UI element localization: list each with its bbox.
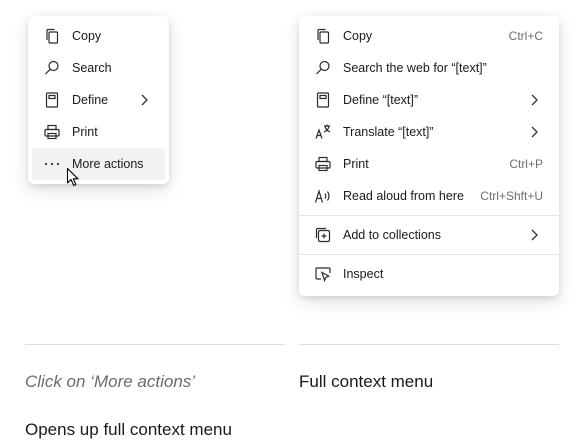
menu-item-label: Read aloud from here [343,189,464,203]
printer-icon [42,122,62,142]
menu-item-label: Inspect [343,267,384,281]
menu-item-label: Add to collections [343,228,441,242]
stage: Copy Search Define Print More actions Co… [0,0,588,442]
menu-item-label: Copy [72,29,102,43]
book-icon [42,90,62,110]
menu-item-print[interactable]: Print Ctrl+P [303,148,555,180]
search-icon [313,58,333,78]
caption-click-more-actions: Click on ‘More actions’ [25,372,196,391]
caption-full-context-menu: Full context menu [299,372,434,391]
collections-icon [313,225,333,245]
menu-item-search-web[interactable]: Search the web for “[text]” [303,52,555,84]
more-dots-icon [42,154,62,174]
menu-separator [299,254,559,255]
caption-opens-full-menu: Opens up full context menu [25,420,232,439]
read-aloud-icon [313,186,333,206]
menu-item-translate[interactable]: Translate “[text]” [303,116,555,148]
menu-item-inspect[interactable]: Inspect [303,258,555,290]
divider-right [299,344,559,345]
menu-item-define[interactable]: Define [32,84,165,116]
translate-icon [313,122,333,142]
menu-item-label: Search [72,61,112,75]
menu-item-more-actions[interactable]: More actions [32,148,165,180]
full-context-menu: Copy Ctrl+C Search the web for “[text]” … [299,16,559,296]
shortcut-text: Ctrl+C [508,29,543,43]
shortcut-text: Ctrl+Shft+U [480,189,543,203]
copy-icon [42,26,62,46]
menu-item-label: Print [72,125,98,139]
menu-separator [299,215,559,216]
chevron-right-icon [527,93,541,107]
menu-item-read-aloud[interactable]: Read aloud from here Ctrl+Shft+U [303,180,555,212]
menu-item-label: Search the web for “[text]” [343,61,487,75]
menu-item-search[interactable]: Search [32,52,165,84]
small-context-menu: Copy Search Define Print More actions [28,16,169,184]
menu-item-label: Define [72,93,109,107]
menu-item-add-to-collections[interactable]: Add to collections [303,219,555,251]
chevron-right-icon [527,228,541,242]
printer-icon [313,154,333,174]
menu-item-label: Print [343,157,369,171]
mouse-cursor-icon [66,167,79,187]
shortcut-text: Ctrl+P [509,157,543,171]
menu-item-label: Define “[text]” [343,93,419,107]
book-icon [313,90,333,110]
inspect-icon [313,264,333,284]
menu-item-label: More actions [72,157,144,171]
copy-icon [313,26,333,46]
menu-item-print[interactable]: Print [32,116,165,148]
chevron-right-icon [527,125,541,139]
menu-item-label: Translate “[text]” [343,125,434,139]
divider-left [25,344,285,345]
menu-item-define[interactable]: Define “[text]” [303,84,555,116]
search-icon [42,58,62,78]
menu-item-copy[interactable]: Copy Ctrl+C [303,20,555,52]
menu-item-label: Copy [343,29,373,43]
menu-item-copy[interactable]: Copy [32,20,165,52]
chevron-right-icon [137,93,151,107]
